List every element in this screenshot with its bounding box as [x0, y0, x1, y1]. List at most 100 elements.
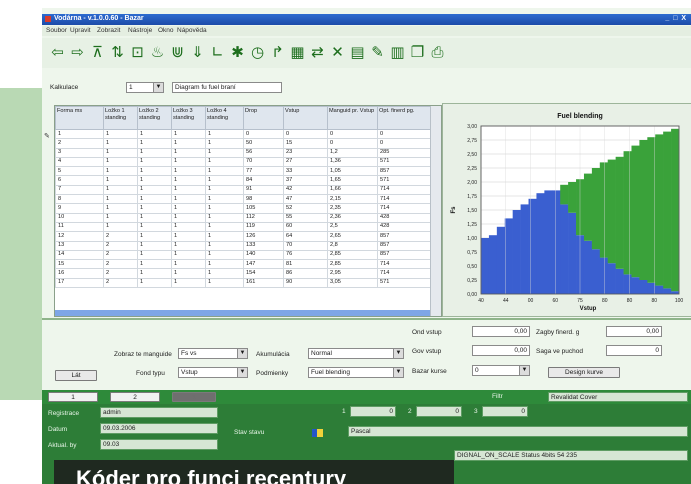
datum-field[interactable]: 09.03.2006 — [100, 423, 218, 434]
table-cell[interactable]: 1 — [103, 166, 138, 177]
table-cell[interactable]: 2 — [103, 259, 138, 270]
table-cell[interactable]: 133 — [243, 240, 284, 251]
table-row[interactable]: 4 1 1 1 1 70 27 1,36 571 — [55, 156, 431, 168]
table-cell[interactable]: 1 — [137, 156, 172, 168]
table-cell[interactable]: 1 — [137, 259, 172, 270]
document-icon[interactable]: ▤ — [348, 42, 367, 62]
table-cell[interactable]: 1 — [205, 194, 244, 205]
drop-icon[interactable]: ♨ — [148, 42, 167, 62]
table-cell[interactable]: 140 — [243, 249, 284, 261]
table-cell[interactable]: 1 — [137, 194, 172, 205]
grid-column-header[interactable]: Ložko 1 standing — [103, 106, 138, 130]
table-cell[interactable]: 84 — [243, 175, 284, 186]
table-cell[interactable]: 1 — [171, 194, 206, 205]
table-cell[interactable]: 1 — [205, 231, 244, 242]
table-cell[interactable]: 571 — [377, 156, 431, 168]
table-row[interactable]: 6 1 1 1 1 84 37 1,65 571 — [55, 175, 431, 186]
table-cell[interactable]: 33 — [283, 166, 328, 177]
table-cell[interactable]: 1 — [171, 156, 206, 168]
table-cell[interactable]: 0 — [243, 128, 284, 140]
table-cell[interactable]: 1 — [205, 184, 244, 196]
data-grid[interactable]: Forma ms Ložko 1 standing Ložko 2 standing… — [54, 105, 442, 317]
table-row[interactable]: 8 1 1 1 1 98 47 2,15 714 — [55, 194, 431, 205]
table-cell[interactable]: 857 — [377, 240, 431, 251]
zobraz-select[interactable]: Fs vs ▼ — [178, 348, 248, 359]
table-row[interactable]: 17 2 1 1 1 161 90 3,05 571 — [55, 277, 431, 289]
tab-1[interactable]: 1 — [48, 392, 98, 402]
table-cell[interactable]: 1 — [171, 249, 206, 261]
kurz-select[interactable]: 0 ▼ — [472, 365, 530, 376]
table-cell[interactable]: 2 — [103, 240, 138, 251]
lat-button[interactable]: Lát — [55, 370, 97, 381]
table-cell[interactable]: 2,65 — [327, 231, 378, 242]
table-cell[interactable]: 1 — [205, 166, 244, 177]
table-cell[interactable]: 1 — [205, 203, 244, 214]
table-cell[interactable]: 1,66 — [327, 184, 378, 196]
table-cell[interactable]: 55 — [283, 212, 328, 223]
table-row[interactable]: 11 1 1 1 1 119 60 2,5 428 — [55, 221, 431, 233]
table-cell[interactable]: 1 — [171, 128, 206, 140]
table-cell[interactable]: 91 — [243, 184, 284, 196]
table-cell[interactable]: 9 — [55, 203, 104, 214]
table-cell[interactable]: 1 — [205, 221, 244, 233]
table-cell[interactable]: 7 — [55, 184, 104, 196]
menu-edit[interactable]: Upravit — [70, 27, 91, 34]
menu-help[interactable]: Nápověda — [177, 27, 207, 34]
table-row[interactable]: 14 2 1 1 1 140 76 2,85 857 — [55, 249, 431, 261]
table-cell[interactable]: 1 — [171, 184, 206, 196]
table-cell[interactable]: 76 — [283, 249, 328, 261]
grid-column-header[interactable]: Ložko 3 standing — [171, 106, 206, 130]
table-cell[interactable]: 1 — [171, 277, 206, 289]
table-cell[interactable]: 98 — [243, 194, 284, 205]
table-cell[interactable]: 1 — [205, 128, 244, 140]
table-cell[interactable]: 285 — [377, 147, 431, 158]
table-cell[interactable]: 119 — [243, 221, 284, 233]
table-cell[interactable]: 16 — [55, 268, 104, 279]
table-cell[interactable]: 714 — [377, 203, 431, 214]
table-cell[interactable]: 23 — [283, 147, 328, 158]
table-cell[interactable]: 1 — [137, 147, 172, 158]
table-cell[interactable]: 1 — [137, 203, 172, 214]
accumulation-select[interactable]: Normal ▼ — [308, 348, 404, 359]
table-cell[interactable]: 1 — [171, 166, 206, 177]
table-cell[interactable]: 3,05 — [327, 277, 378, 289]
grid-column-header[interactable]: Forma ms — [55, 106, 104, 130]
table-cell[interactable]: 2,95 — [327, 268, 378, 279]
menu-file[interactable]: Soubor — [46, 27, 67, 34]
table-cell[interactable]: 15 — [55, 259, 104, 270]
table-cell[interactable]: 2 — [103, 277, 138, 289]
table-cell[interactable]: 112 — [243, 212, 284, 223]
table-cell[interactable]: 1 — [103, 156, 138, 168]
grid-vertical-scrollbar[interactable] — [430, 106, 441, 316]
table-cell[interactable]: 2 — [103, 231, 138, 242]
tab-3[interactable]: 3 — [172, 392, 216, 402]
table-cell[interactable]: 428 — [377, 212, 431, 223]
table-cell[interactable]: 1 — [103, 138, 138, 149]
table-row[interactable]: 9 1 1 1 1 105 52 2,35 714 — [55, 203, 431, 214]
table-cell[interactable]: 1 — [137, 212, 172, 223]
table-cell[interactable]: 1 — [137, 221, 172, 233]
table-cell[interactable]: 1 — [171, 147, 206, 158]
table-cell[interactable]: 2,5 — [327, 221, 378, 233]
table-cell[interactable]: 1 — [103, 203, 138, 214]
table-cell[interactable]: 3 — [55, 147, 104, 158]
arrow-left-icon[interactable]: ⇦ — [48, 42, 67, 62]
table-cell[interactable]: 1 — [171, 212, 206, 223]
table-cell[interactable]: 5 — [55, 166, 104, 177]
count-1-field[interactable]: 0 — [350, 406, 396, 417]
design-curve-button[interactable]: Design kurve — [548, 367, 620, 378]
table-cell[interactable]: 1 — [205, 240, 244, 251]
table-cell[interactable]: 1 — [103, 212, 138, 223]
table-cell[interactable]: 161 — [243, 277, 284, 289]
table-row[interactable]: 15 2 1 1 1 147 81 2,85 714 — [55, 259, 431, 270]
table-cell[interactable]: 1 — [103, 221, 138, 233]
table-cell[interactable]: 50 — [243, 138, 284, 149]
table-cell[interactable]: 428 — [377, 221, 431, 233]
table-cell[interactable]: 1 — [137, 166, 172, 177]
table-cell[interactable]: 2 — [103, 249, 138, 261]
table-cell[interactable]: 1 — [205, 277, 244, 289]
table-cell[interactable]: 77 — [243, 166, 284, 177]
table-cell[interactable]: 17 — [55, 277, 104, 289]
table-cell[interactable]: 14 — [55, 249, 104, 261]
registrace-field[interactable]: admin — [100, 407, 218, 418]
